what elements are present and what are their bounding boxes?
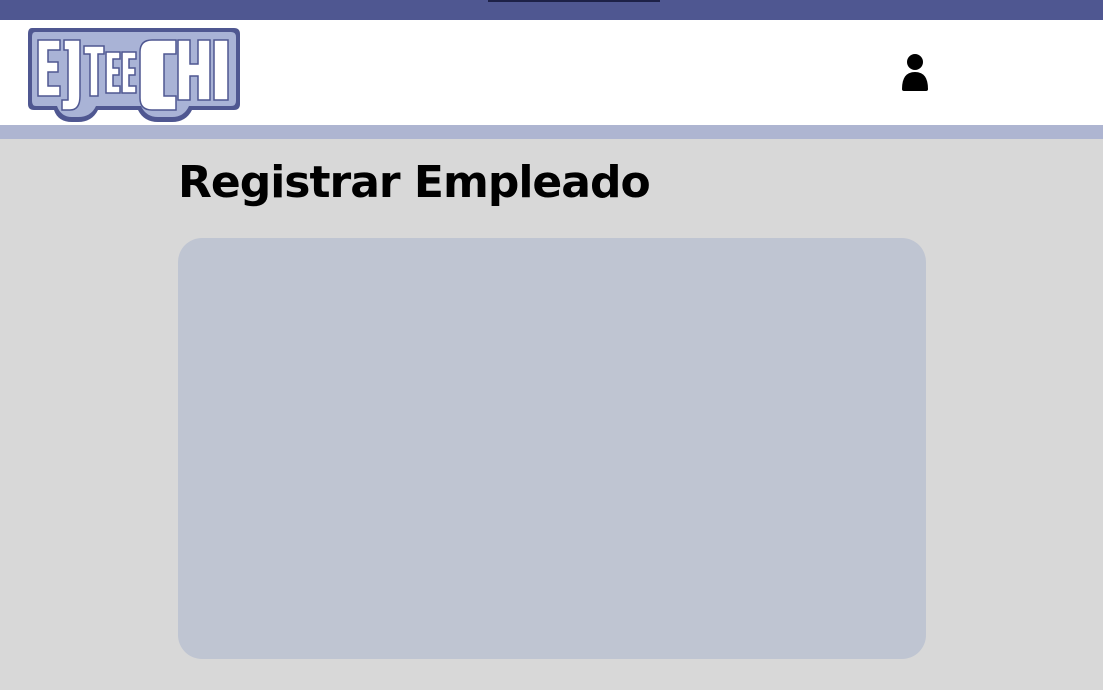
top-bar-tab-indicator (488, 0, 660, 2)
top-bar (0, 0, 1103, 20)
logo-graphic (28, 28, 240, 122)
employee-form-card (178, 238, 926, 659)
header-stripe (0, 125, 1103, 139)
page-title: Registrar Empleado (178, 157, 651, 208)
user-icon-graphic (902, 54, 928, 91)
ejteechi-logo[interactable] (26, 26, 242, 124)
user-icon[interactable] (899, 53, 931, 91)
